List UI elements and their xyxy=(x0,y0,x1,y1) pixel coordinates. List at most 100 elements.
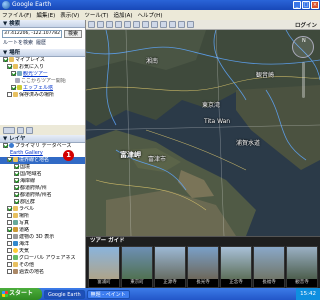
layer-item[interactable]: 都道府県/州名 xyxy=(0,192,85,199)
layers-header[interactable]: ▼ レイヤ xyxy=(0,135,85,143)
layer-item[interactable]: 国/地域名 xyxy=(0,171,85,178)
image-overlay-button[interactable] xyxy=(124,21,131,28)
compass-navigation-control[interactable]: N xyxy=(292,36,314,58)
places-item[interactable]: 保存済みの場所 xyxy=(0,92,85,99)
history-link[interactable]: 履歴 xyxy=(36,39,46,47)
placemark-button[interactable] xyxy=(97,21,104,28)
zoom-slider[interactable] xyxy=(302,62,305,98)
map-label[interactable]: 湘南 xyxy=(146,56,158,65)
login-button[interactable]: ログイン xyxy=(295,21,317,29)
map-label[interactable]: 観音崎 xyxy=(256,70,274,79)
sidebar-toggle-button[interactable] xyxy=(88,21,95,28)
history-button[interactable] xyxy=(142,21,149,28)
folder-icon xyxy=(13,157,18,162)
maximize-button[interactable]: □ xyxy=(302,1,310,9)
checkbox[interactable] xyxy=(11,71,16,76)
layer-item[interactable]: プライマリ データベース xyxy=(0,143,85,150)
checkbox[interactable] xyxy=(7,64,12,69)
layer-item[interactable]: 道路 xyxy=(0,227,85,234)
checkbox[interactable] xyxy=(14,164,19,169)
down-button[interactable] xyxy=(26,126,33,134)
tour-thumbnail[interactable]: 東京町 xyxy=(121,246,153,288)
layer-item[interactable]: 海岸線 xyxy=(0,178,85,185)
places-header[interactable]: ▼ 場所 xyxy=(0,49,85,57)
checkbox[interactable] xyxy=(7,157,12,162)
checkbox[interactable] xyxy=(7,248,12,253)
checkbox[interactable] xyxy=(7,213,12,218)
checkbox[interactable] xyxy=(7,234,12,239)
layer-item[interactable]: 過去の地名 xyxy=(0,269,85,276)
tour-thumbnail[interactable]: 観音寺 xyxy=(286,246,318,288)
layer-item[interactable]: ラベル xyxy=(0,206,85,213)
tour-thumbnail[interactable]: 長光寺 xyxy=(187,246,219,288)
places-item[interactable]: お気に入り xyxy=(0,64,85,71)
places-item[interactable]: マイプレイス xyxy=(0,57,85,64)
sun-button[interactable] xyxy=(151,21,158,28)
map-label[interactable]: Tita Wan xyxy=(204,118,230,125)
checkbox[interactable] xyxy=(11,85,16,90)
places-item[interactable]: ここからツアー開始 xyxy=(0,78,85,85)
map-view[interactable]: 富津市 富津岬 Tita Wan 東京湾 浦賀水道 観音崎 湘南 N xyxy=(86,30,320,236)
checkbox[interactable] xyxy=(7,206,12,211)
layer-item[interactable]: 国境 xyxy=(0,164,85,171)
checkbox[interactable] xyxy=(3,143,8,148)
checkbox[interactable] xyxy=(14,178,19,183)
menu-view[interactable]: 表示(V) xyxy=(60,11,79,19)
checkbox[interactable] xyxy=(14,192,19,197)
tour-thumbnail[interactable]: 長福寺 xyxy=(253,246,285,288)
search-button[interactable]: 検索 xyxy=(64,30,82,38)
checkbox[interactable] xyxy=(7,241,12,246)
tour-thumbnail[interactable]: 富浦町 xyxy=(88,246,120,288)
menu-tools[interactable]: ツール(T) xyxy=(84,11,108,19)
layer-item[interactable]: 都道府県/州 xyxy=(0,185,85,192)
tour-thumbnail[interactable]: 正念寺 xyxy=(220,246,252,288)
layer-item[interactable]: 郡区群 xyxy=(0,199,85,206)
map-label[interactable]: 富津岬 xyxy=(120,150,141,160)
ruler-button[interactable] xyxy=(169,21,176,28)
route-link[interactable]: ルートを検索 xyxy=(3,39,33,47)
close-button[interactable]: × xyxy=(311,1,319,9)
checkbox[interactable] xyxy=(7,92,12,97)
map-label[interactable]: 浦賀水道 xyxy=(236,138,260,147)
map-label[interactable]: 富津市 xyxy=(148,154,166,163)
layer-item[interactable]: 天気 xyxy=(0,248,85,255)
checkbox[interactable] xyxy=(7,227,12,232)
layer-item[interactable]: 写真 xyxy=(0,220,85,227)
up-button[interactable] xyxy=(17,126,24,134)
menu-help[interactable]: ヘルプ(H) xyxy=(138,11,163,19)
places-item[interactable]: 観光ツアー xyxy=(0,71,85,78)
minimize-button[interactable]: _ xyxy=(293,1,301,9)
path-button[interactable] xyxy=(115,21,122,28)
search-input[interactable]: 37.412206, -122.107782 xyxy=(2,30,62,38)
menu-file[interactable]: ファイル(F) xyxy=(2,11,31,19)
layer-item[interactable]: 海洋 xyxy=(0,241,85,248)
checkbox[interactable] xyxy=(14,199,19,204)
polygon-button[interactable] xyxy=(106,21,113,28)
checkbox[interactable] xyxy=(7,269,12,274)
tour-thumbnail[interactable]: 正源寺 xyxy=(154,246,186,288)
toolbar: ログイン xyxy=(86,20,320,30)
places-item[interactable]: エッフェル塔 xyxy=(0,85,85,92)
search-header[interactable]: ▼ 検索 xyxy=(0,20,85,28)
layer-item[interactable]: グローバル アウェアネス xyxy=(0,255,85,262)
menu-edit[interactable]: 編集(E) xyxy=(36,11,55,19)
checkbox[interactable] xyxy=(7,220,12,225)
record-tour-button[interactable] xyxy=(133,21,140,28)
taskbar-item[interactable]: 無題 - ペイント xyxy=(86,289,130,299)
checkbox[interactable] xyxy=(3,57,8,62)
checkbox[interactable] xyxy=(14,185,19,190)
planet-button[interactable] xyxy=(160,21,167,28)
menu-add[interactable]: 追加(A) xyxy=(113,11,132,19)
map-label[interactable]: 東京湾 xyxy=(202,100,220,109)
print-button[interactable] xyxy=(187,21,194,28)
search-places-button[interactable] xyxy=(3,126,15,134)
layer-item[interactable]: その他 xyxy=(0,262,85,269)
start-button[interactable]: スタート xyxy=(0,288,42,300)
layer-item[interactable]: 場所 xyxy=(0,213,85,220)
layer-item[interactable]: 建物の 3D 表示 xyxy=(0,234,85,241)
checkbox[interactable] xyxy=(7,262,12,267)
checkbox[interactable] xyxy=(7,255,12,260)
email-button[interactable] xyxy=(178,21,185,28)
taskbar-item[interactable]: Google Earth xyxy=(44,289,85,299)
checkbox[interactable] xyxy=(14,171,19,176)
